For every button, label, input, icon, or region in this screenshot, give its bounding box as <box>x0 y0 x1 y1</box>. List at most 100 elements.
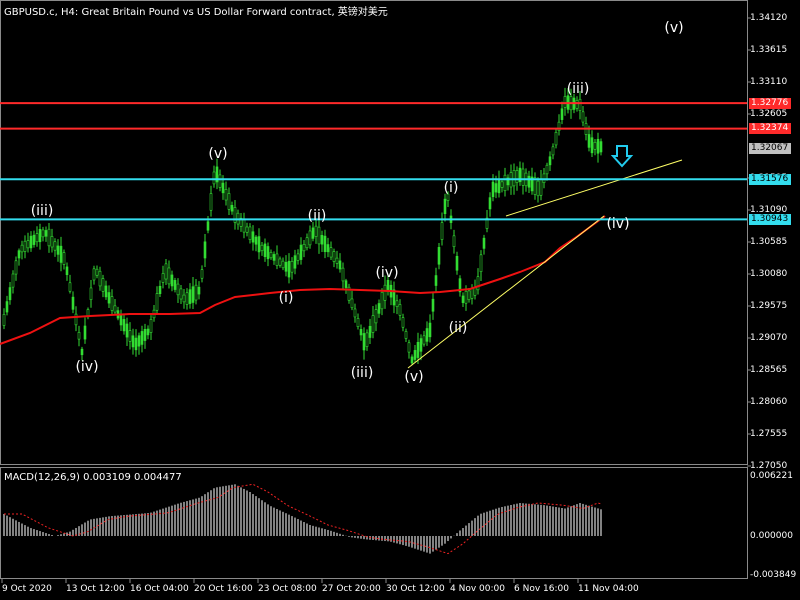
candle-body <box>491 181 495 198</box>
candle-body <box>254 236 258 245</box>
candle-body <box>164 263 168 280</box>
time-axis-label: 11 Nov 04:00 <box>578 584 639 594</box>
wave-label: (v) <box>404 369 424 385</box>
candle-body <box>290 261 294 273</box>
candle-body <box>299 244 303 260</box>
candle-body <box>125 323 129 338</box>
candle-body <box>200 269 204 279</box>
candle-body <box>131 335 135 348</box>
candle-body <box>359 329 363 336</box>
candle-body <box>122 319 126 332</box>
candle-body <box>104 285 108 298</box>
candle-body <box>461 295 465 303</box>
price-chart[interactable] <box>0 0 800 600</box>
time-axis-label: 23 Oct 08:00 <box>258 584 317 594</box>
candle-body <box>383 284 387 301</box>
candle-body <box>551 146 555 156</box>
candle-body <box>71 296 75 310</box>
candle-body <box>32 234 36 245</box>
candle-body <box>422 335 426 345</box>
candle-body <box>17 250 21 259</box>
candle-body <box>539 178 543 196</box>
price-axis-label: 1.33615 <box>750 45 788 55</box>
candle-body <box>329 247 333 258</box>
candle-body <box>269 252 273 259</box>
wave-label: (iv) <box>75 359 99 375</box>
wave-label: (ii) <box>307 208 327 224</box>
price-axis-label: 1.28060 <box>750 397 788 407</box>
candle-body <box>107 292 111 304</box>
candle-body <box>224 189 228 201</box>
candle-body <box>437 247 441 265</box>
candle-body <box>407 342 411 353</box>
candle-body <box>185 292 189 305</box>
candle-body <box>599 141 603 153</box>
candle-body <box>158 285 162 294</box>
wave-label: (iv) <box>375 265 399 281</box>
price-axis-label: 1.33110 <box>750 77 788 87</box>
wave-label: (iv) <box>606 216 630 232</box>
candle-body <box>38 229 42 243</box>
candle-body <box>308 230 312 246</box>
level-badge: 1.32776 <box>749 97 791 109</box>
candle-body <box>521 168 525 186</box>
candle-body <box>581 111 585 123</box>
time-axis-label: 27 Oct 20:00 <box>322 584 381 594</box>
candle-body <box>281 260 285 269</box>
candle-body <box>92 268 96 281</box>
candle-body <box>470 287 474 299</box>
candle-body <box>428 322 432 338</box>
candle-body <box>146 328 150 336</box>
price-axis-label: 1.28565 <box>750 365 788 375</box>
candle-body <box>59 245 63 263</box>
level-badge: 1.32374 <box>749 123 791 135</box>
candle-body <box>452 235 456 248</box>
level-badge: 1.30943 <box>749 213 791 225</box>
candle-body <box>68 282 72 292</box>
candle-body <box>488 197 492 210</box>
candle-body <box>230 204 234 212</box>
candle-body <box>338 260 342 270</box>
candle-body <box>182 294 186 303</box>
candle-body <box>176 283 180 296</box>
candle-body <box>533 177 537 195</box>
candle-body <box>311 227 315 239</box>
candle-body <box>305 237 309 249</box>
time-axis-label: 16 Oct 04:00 <box>130 584 189 594</box>
candle-body <box>320 235 324 245</box>
candle-body <box>98 270 102 287</box>
candle-body <box>128 330 132 342</box>
candle-body <box>263 243 267 257</box>
wave-label: (iii) <box>30 203 54 219</box>
candle-body <box>398 304 402 316</box>
candle-body <box>596 138 600 154</box>
candle-body <box>62 252 66 265</box>
candle-body <box>272 254 276 261</box>
candle-body <box>218 174 222 188</box>
candle-body <box>323 235 327 253</box>
candle-body <box>89 287 93 300</box>
candle-body <box>77 332 81 340</box>
candle-body <box>95 268 99 276</box>
candle-body <box>113 305 117 313</box>
candle-body <box>134 337 138 351</box>
price-axis-label: 1.29575 <box>750 301 788 311</box>
candle-body <box>497 179 501 194</box>
candle-body <box>251 231 255 243</box>
candle-body <box>404 331 408 339</box>
candle-body <box>110 296 114 311</box>
candle-body <box>434 275 438 286</box>
candle-body <box>278 258 282 266</box>
candle-body <box>101 278 105 292</box>
candle-body <box>296 253 300 261</box>
candle-body <box>353 308 357 318</box>
candle-body <box>170 274 174 287</box>
candle-body <box>179 288 183 300</box>
time-axis-label: 4 Nov 00:00 <box>450 584 505 594</box>
candle-body <box>203 241 207 259</box>
candle-body <box>395 300 399 307</box>
candle-body <box>515 170 519 183</box>
candle-body <box>26 240 30 249</box>
wave-label: (v) <box>664 20 684 36</box>
candle-body <box>302 244 306 252</box>
